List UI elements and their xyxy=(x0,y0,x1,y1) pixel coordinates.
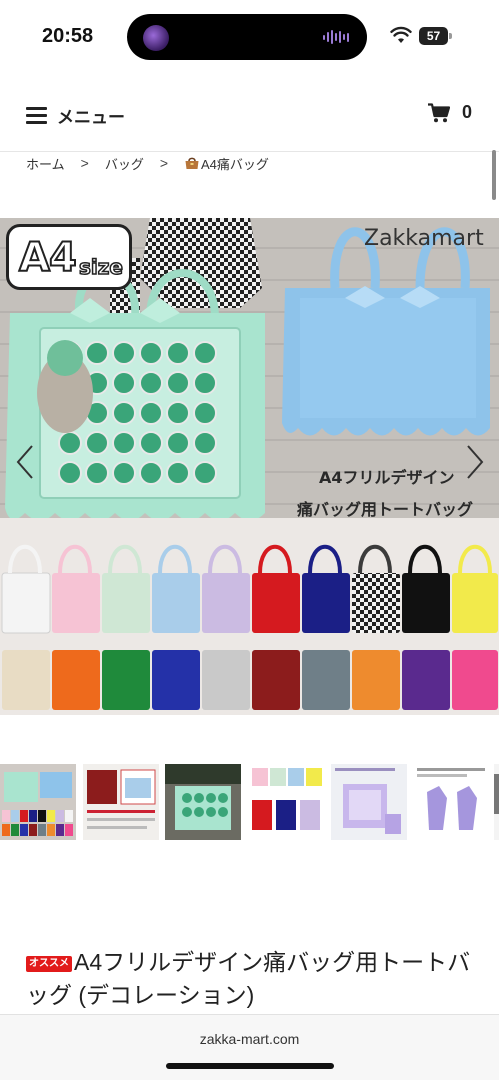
breadcrumb-current: A4痛バッグ xyxy=(201,156,269,172)
url-text[interactable]: zakka-mart.com xyxy=(0,1031,499,1047)
breadcrumb-separator: > xyxy=(159,155,169,171)
handbag-icon xyxy=(185,157,199,169)
badge-main-text: A4 xyxy=(18,234,78,282)
thumbnail-3[interactable] xyxy=(165,764,241,840)
brand-watermark: Zakkamart xyxy=(364,226,484,251)
badge-size-text: size xyxy=(78,254,123,280)
browser-address-bar[interactable]: zakka-mart.com xyxy=(0,1014,499,1080)
breadcrumb-home[interactable]: ホーム xyxy=(26,154,65,173)
carousel-prev-chevron-icon[interactable] xyxy=(14,444,36,480)
cart-icon xyxy=(428,102,450,122)
hamburger-icon xyxy=(26,106,47,124)
battery-level: 57 xyxy=(419,27,448,45)
dynamic-island xyxy=(127,14,367,60)
battery-icon: 57 xyxy=(419,27,453,45)
thumbnail-6[interactable] xyxy=(413,764,489,840)
thumbnail-4[interactable] xyxy=(248,764,324,840)
site-header: メニュー 0 xyxy=(0,90,499,140)
audio-wave-icon xyxy=(323,30,349,44)
thumbnail-2[interactable] xyxy=(83,764,159,840)
thumbnail-5[interactable] xyxy=(331,764,407,840)
thumbnail-7[interactable] xyxy=(494,764,499,840)
scroll-indicator[interactable] xyxy=(492,150,496,200)
status-time: 20:58 xyxy=(42,25,94,47)
wifi-icon xyxy=(390,26,412,43)
now-playing-artwork xyxy=(143,25,169,51)
bag-row-1 xyxy=(1,572,498,634)
product-hero-image[interactable]: A4 size Zakkamart A4フリルデザイン 痛バッグ用トートバッグ xyxy=(0,218,499,715)
cart-button[interactable]: 0 xyxy=(428,102,472,123)
bag-row-2 xyxy=(2,650,498,710)
home-indicator[interactable] xyxy=(166,1063,334,1069)
breadcrumb-separator: > xyxy=(80,155,89,171)
menu-label: メニュー xyxy=(57,107,125,127)
product-title-text: A4フリルデザイン痛バッグ用トートバッグ (デコレーション) xyxy=(26,949,471,1008)
a4-size-badge: A4 size xyxy=(6,224,132,290)
thumbnail-strip xyxy=(0,764,499,840)
product-title: オススメ A4フリルデザイン痛バッグ用トートバッグ (デコレーション) xyxy=(26,946,478,1012)
menu-button[interactable]: メニュー xyxy=(26,104,125,127)
breadcrumb-bags[interactable]: バッグ xyxy=(105,154,144,173)
recommend-badge: オススメ xyxy=(26,956,72,972)
battery-tip xyxy=(449,33,452,39)
cart-count: 0 xyxy=(462,102,473,122)
header-divider xyxy=(0,151,499,152)
status-bar: 20:58 57 xyxy=(0,0,499,70)
thumbnail-1[interactable] xyxy=(0,764,76,840)
hero-caption-line2: 痛バッグ用トートバッグ xyxy=(297,500,474,519)
breadcrumb: ホーム > バッグ > A4痛バッグ xyxy=(26,153,269,173)
hero-caption-line1: A4フリルデザイン xyxy=(319,468,455,487)
carousel-next-chevron-icon[interactable] xyxy=(464,444,486,480)
